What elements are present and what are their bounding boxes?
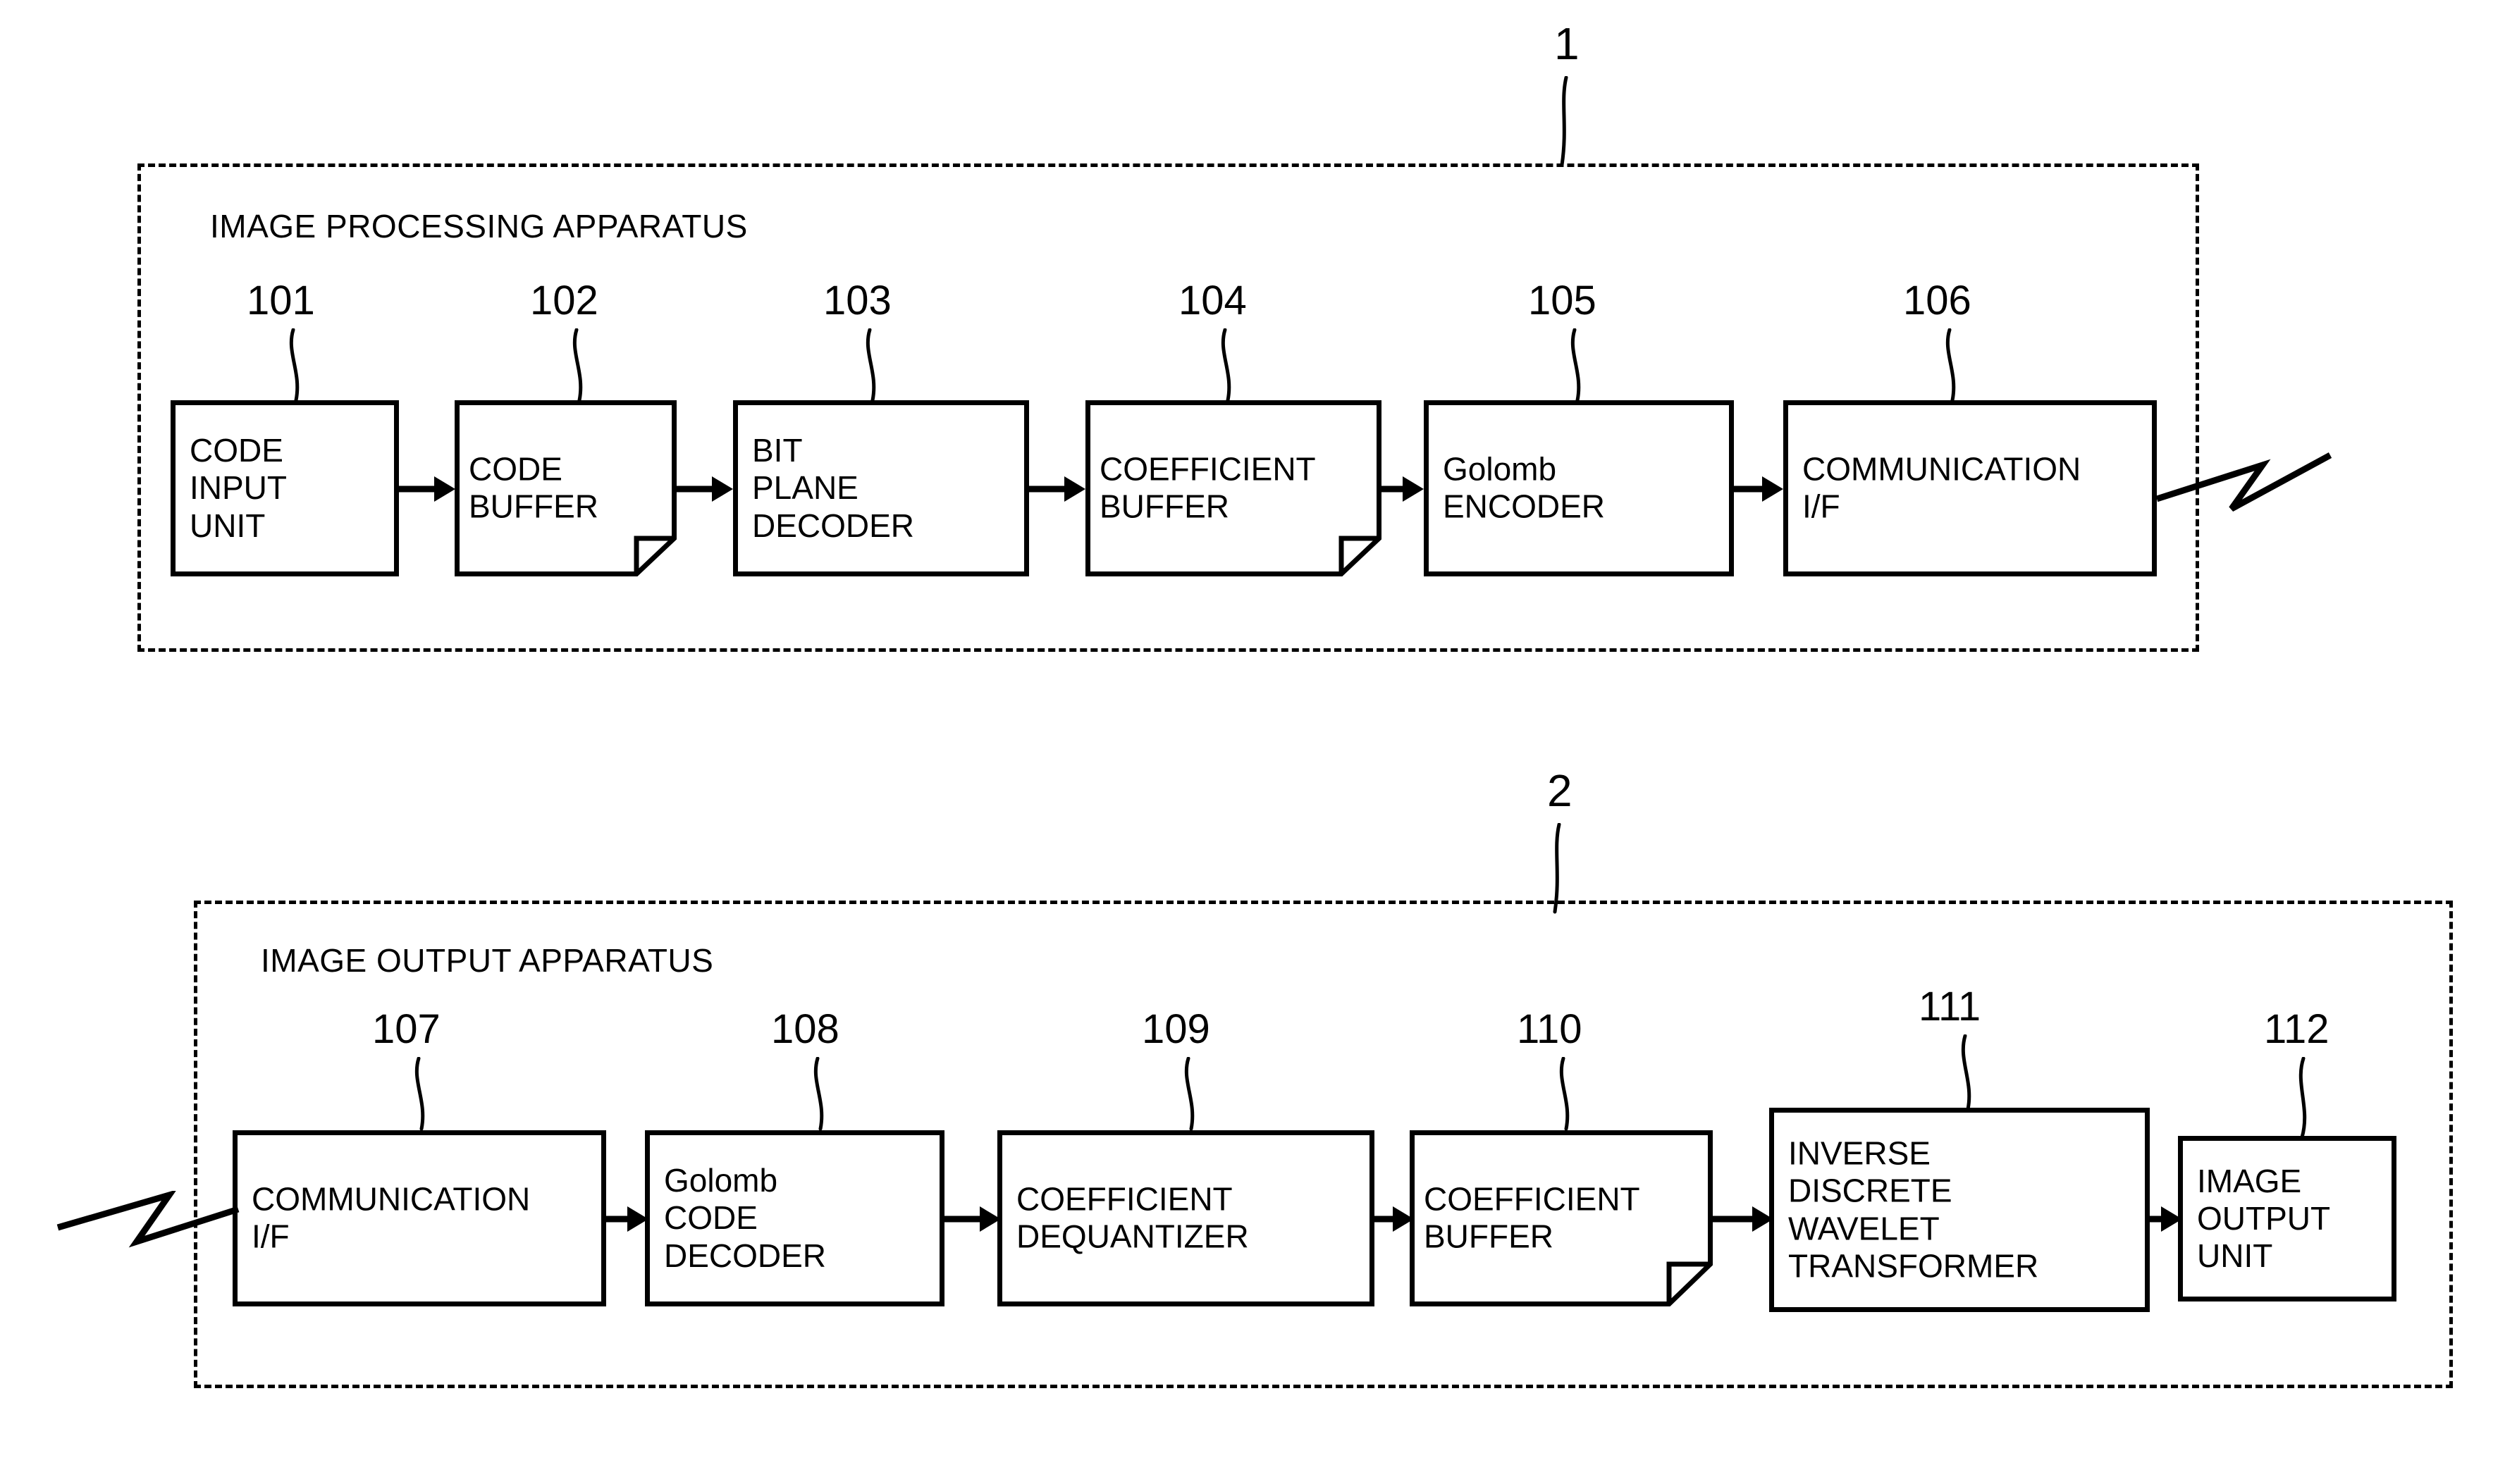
block-golomb-code-decoder-label: Golomb CODE DECODER [664,1161,827,1274]
block-102-reference-numeral: 102 [530,278,598,323]
block-golomb-code-decoder[interactable]: Golomb CODE DECODER [645,1130,944,1306]
block-106-reference-numeral: 106 [1903,278,1971,323]
block-coefficient-buffer-1[interactable]: COEFFICIENT BUFFER [1085,400,1381,576]
block-109-reference-numeral: 109 [1142,1006,1210,1052]
apparatus-1-title: IMAGE PROCESSING APPARATUS [210,208,748,245]
block-coefficient-buffer-1-label: COEFFICIENT BUFFER [1100,450,1316,525]
apparatus-2-title: IMAGE OUTPUT APPARATUS [261,942,714,979]
block-107-reference-numeral: 107 [372,1006,441,1052]
block-110-reference-numeral: 110 [1517,1006,1582,1052]
block-image-output-unit-label: IMAGE OUTPUT UNIT [2197,1162,2331,1275]
block-inverse-discrete-wavelet-transformer[interactable]: INVERSE DISCRETE WAVELET TRANSFORMER [1769,1108,2150,1312]
block-104-reference-numeral: 104 [1178,278,1247,323]
block-code-input-unit-label: CODE INPUT UNIT [190,431,287,544]
block-communication-if-2-label: COMMUNICATION I/F [252,1180,531,1255]
block-108-reference-numeral: 108 [771,1006,839,1052]
block-coefficient-dequantizer-label: COEFFICIENT DEQUANTIZER [1016,1180,1249,1255]
block-coefficient-buffer-2-label: COEFFICIENT BUFFER [1424,1180,1640,1255]
apparatus-1-leader-line [1544,76,1586,168]
block-code-buffer[interactable]: CODE BUFFER [455,400,677,576]
block-coefficient-dequantizer[interactable]: COEFFICIENT DEQUANTIZER [997,1130,1374,1306]
block-105-reference-numeral: 105 [1528,278,1596,323]
block-golomb-encoder-label: Golomb ENCODER [1443,450,1606,525]
block-communication-if-1[interactable]: COMMUNICATION I/F [1783,400,2157,576]
block-101-reference-numeral: 101 [247,278,315,323]
block-code-buffer-label: CODE BUFFER [469,450,598,525]
block-coefficient-buffer-2[interactable]: COEFFICIENT BUFFER [1410,1130,1713,1306]
block-111-reference-numeral: 111 [1919,984,1981,1029]
block-image-output-unit[interactable]: IMAGE OUTPUT UNIT [2178,1136,2396,1301]
apparatus-1-reference-numeral: 1 [1554,18,1580,69]
patent-figure-canvas: 1 IMAGE PROCESSING APPARATUS 101 102 103… [0,0,2505,1484]
block-communication-if-2[interactable]: COMMUNICATION I/F [233,1130,606,1306]
block-inverse-discrete-wavelet-transformer-label: INVERSE DISCRETE WAVELET TRANSFORMER [1788,1134,2039,1285]
block-112-reference-numeral: 112 [2264,1006,2329,1052]
block-communication-if-1-label: COMMUNICATION I/F [1802,450,2081,525]
block-103-reference-numeral: 103 [823,278,892,323]
block-bit-plane-decoder-label: BIT PLANE DECODER [752,431,915,544]
block-golomb-encoder[interactable]: Golomb ENCODER [1424,400,1734,576]
block-code-input-unit[interactable]: CODE INPUT UNIT [171,400,399,576]
block-bit-plane-decoder[interactable]: BIT PLANE DECODER [733,400,1029,576]
apparatus-2-reference-numeral: 2 [1547,765,1572,816]
